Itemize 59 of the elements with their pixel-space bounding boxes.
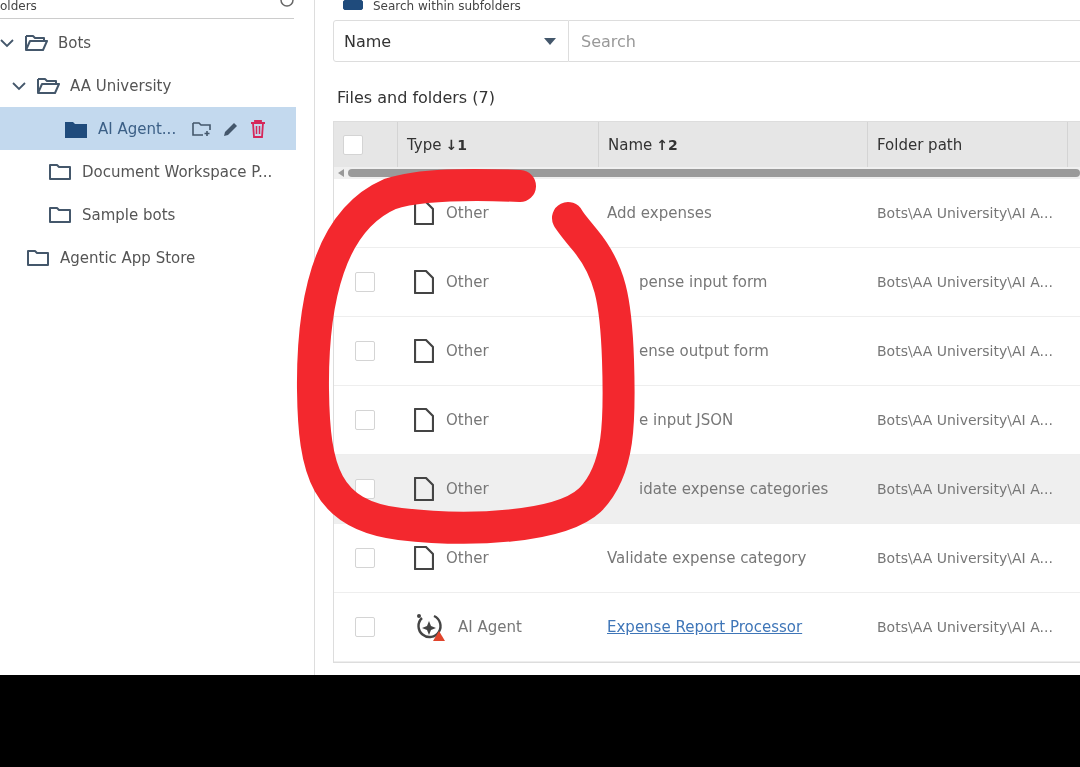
chevron-icon[interactable]: [0, 37, 14, 48]
tree-item[interactable]: AI Agent...: [0, 107, 296, 150]
checkbox[interactable]: [343, 0, 363, 10]
table-cell: Other: [446, 204, 489, 222]
search-field[interactable]: Search: [569, 20, 1080, 62]
row-checkbox[interactable]: [355, 341, 375, 361]
new-folder-icon[interactable]: [192, 120, 213, 137]
table-cell-text: e input JSON: [638, 411, 734, 429]
folder-icon: [26, 247, 50, 268]
table-cell: Other: [446, 342, 489, 360]
table-cell: Bots\AA University\AI A...: [877, 412, 1053, 428]
table-cell: Bots\AA University\AI A...: [877, 274, 1053, 290]
tree-item[interactable]: Bots: [0, 21, 296, 64]
table-cell: Bots\AA University\AI A...: [877, 550, 1053, 566]
folder-icon: [48, 161, 72, 182]
row-checkbox[interactable]: [355, 410, 375, 430]
chevron-icon[interactable]: [12, 80, 26, 91]
table-cell: Add expenses: [607, 204, 712, 222]
file-icon: [414, 270, 434, 294]
table-cell: Bots\AA University\AI A...: [877, 619, 1053, 635]
table-cell: Other: [446, 480, 489, 498]
table-cell-text: idate expense categories: [638, 480, 829, 498]
help-icon[interactable]: [280, 0, 294, 8]
scrollbar-thumb[interactable]: [348, 169, 1080, 177]
tree-item[interactable]: Sample bots: [0, 193, 296, 236]
caret-icon: [544, 37, 556, 45]
table-cell: Validate expense category: [607, 549, 807, 567]
file-icon: [414, 477, 434, 501]
table-cell: Bots\AA University\AI A...: [877, 205, 1053, 221]
table-cell: Bots\AA University\AI A...: [877, 343, 1053, 359]
open-folder-icon: [36, 75, 60, 96]
table-cell: Other: [446, 273, 489, 291]
agent-warning-icon: [414, 612, 446, 642]
trash-icon[interactable]: [250, 119, 267, 138]
section-title: Files and folders (7): [337, 88, 496, 108]
folder-icon: [48, 204, 72, 225]
tree-item[interactable]: AA University: [0, 64, 296, 107]
name-link[interactable]: Expense Report Processor: [607, 618, 803, 636]
file-icon: [414, 546, 434, 570]
scroll-left-icon[interactable]: [338, 169, 344, 177]
field-dropdown[interactable]: Name: [333, 20, 569, 62]
table-cell-text: ense output form: [638, 342, 769, 360]
row-checkbox[interactable]: [355, 548, 375, 568]
open-folder-icon: [24, 32, 48, 53]
table-cell: AI Agent: [458, 618, 522, 636]
file-icon: [414, 408, 434, 432]
tree-item[interactable]: Agentic App Store: [0, 236, 296, 279]
table-cell: Other: [446, 549, 489, 567]
select-all-checkbox[interactable]: [343, 134, 363, 155]
tree-item[interactable]: Document Workspace P...: [0, 150, 296, 193]
panel-title: olders: [0, 0, 37, 13]
table-cell-text: pense input form: [638, 273, 768, 291]
checkbox-label: Search within subfolders: [373, 0, 521, 12]
row-checkbox[interactable]: [355, 617, 375, 637]
row-checkbox[interactable]: [355, 272, 375, 292]
table-cell: Other: [446, 411, 489, 429]
file-icon: [414, 201, 434, 225]
table-cell: Bots\AA University\AI A...: [877, 481, 1053, 497]
file-icon: [414, 339, 434, 363]
